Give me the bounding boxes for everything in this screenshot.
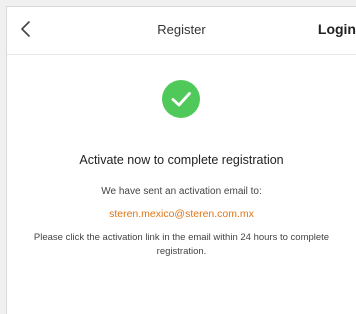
email-sent-text: We have sent an activation email to: xyxy=(101,186,262,197)
status-headline: Activate now to complete registration xyxy=(79,153,284,167)
check-circle-icon xyxy=(162,80,200,118)
login-link[interactable]: Login xyxy=(318,21,356,37)
email-address: steren.mexico@steren.com.mx xyxy=(109,208,254,220)
page-title: Register xyxy=(157,22,206,37)
activation-instructions: Please click the activation link in the … xyxy=(33,232,330,257)
register-screen: Register Login Activate now to complete … xyxy=(6,6,356,314)
navigation-bar: Register Login xyxy=(7,7,356,55)
